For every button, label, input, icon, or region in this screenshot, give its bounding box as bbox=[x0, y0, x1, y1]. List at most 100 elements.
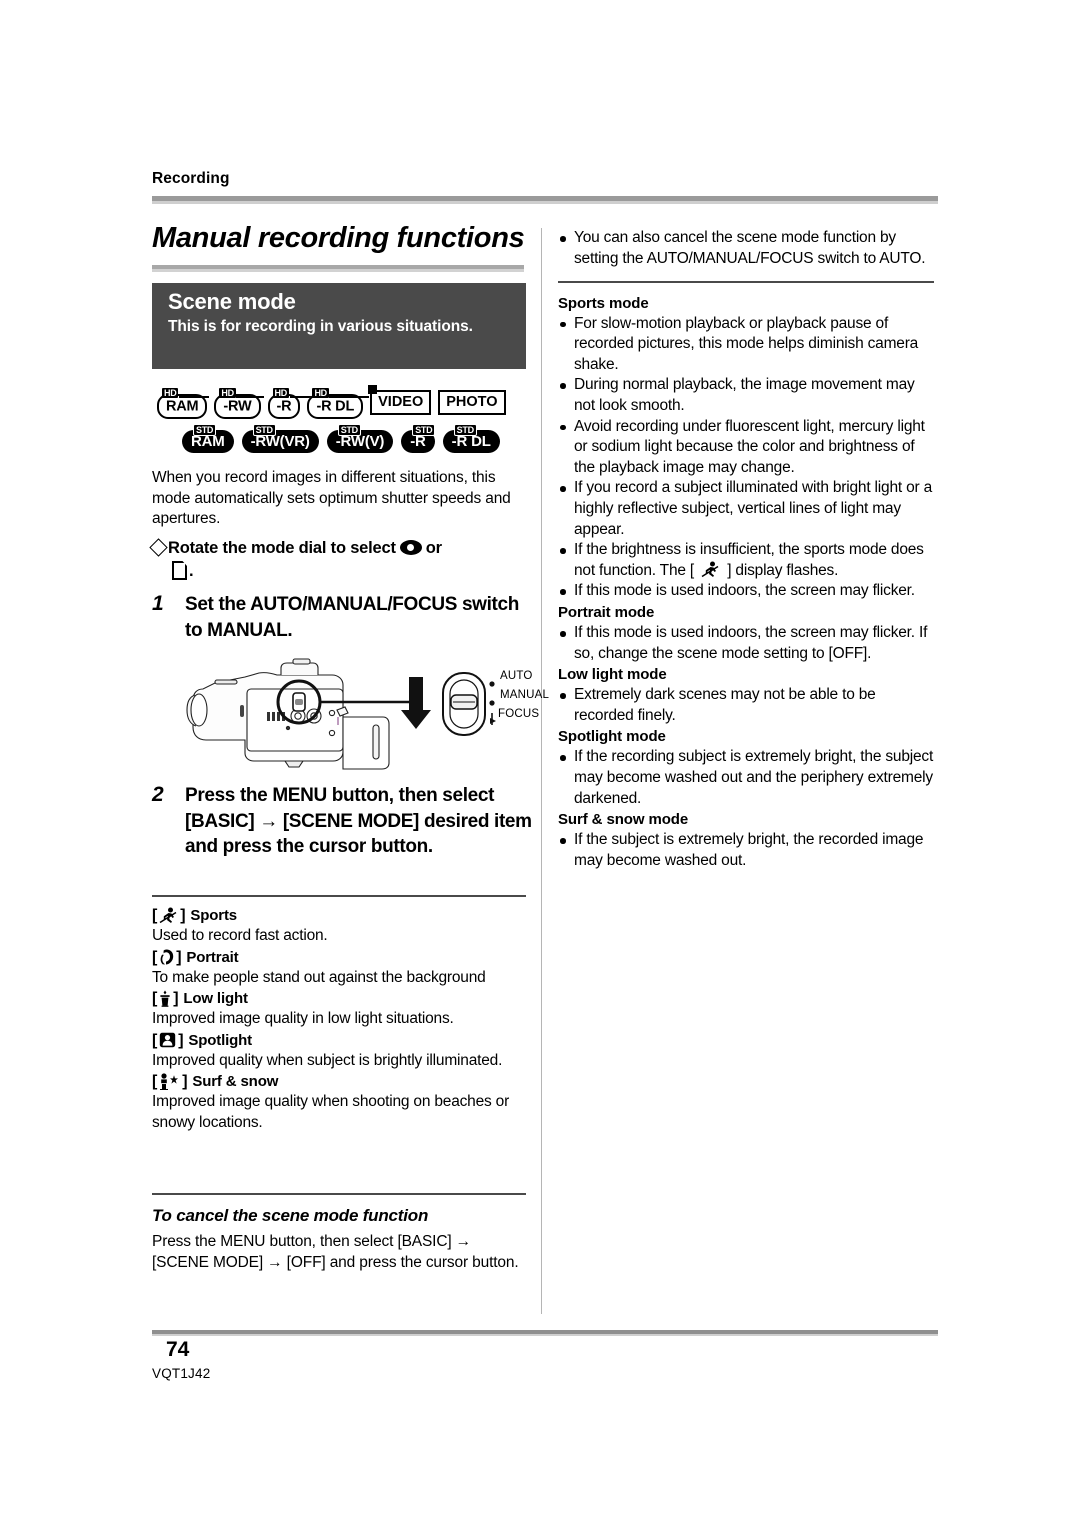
right-section-surf-snow-mode: Surf & snow mode If the subject is extre… bbox=[558, 809, 938, 871]
badge-hd-r: HD -R bbox=[267, 388, 312, 419]
badge-tag: STD bbox=[453, 424, 477, 436]
badge-video: VIDEO bbox=[368, 385, 432, 415]
scene-mode-title: Scene mode bbox=[168, 289, 296, 314]
mode-description: To make people stand out against the bac… bbox=[152, 968, 486, 986]
mode-heading: [ ] Low light bbox=[152, 990, 248, 1008]
section-bullet: If you record a subject illuminated with… bbox=[558, 478, 938, 540]
mode-heading: [ ] Portrait bbox=[152, 948, 239, 966]
section-bullet: If this mode is used indoors, the screen… bbox=[558, 581, 938, 602]
divider-above-mode-list bbox=[152, 895, 526, 897]
intro-bullet: You can also cancel the scene mode funct… bbox=[558, 228, 938, 269]
badge-tag: STD bbox=[193, 424, 217, 436]
dial-text-before: Rotate the mode dial to select bbox=[168, 539, 396, 557]
mode-item-portrait: [ ] Portrait To make people stand out ag… bbox=[152, 947, 530, 989]
step-2-number: 2 bbox=[152, 783, 164, 806]
sports-icon bbox=[159, 907, 178, 924]
section-heading: Sports mode bbox=[558, 294, 649, 312]
section-heading: Low light mode bbox=[558, 666, 667, 684]
section-bullet: Extremely dark scenes may not be able to… bbox=[558, 685, 938, 726]
step-2-text: Press the MENU button, then select [BASI… bbox=[185, 785, 532, 857]
right-section-sports-mode: Sports mode For slow-motion playback or … bbox=[558, 293, 938, 602]
record-mode-icon bbox=[399, 540, 422, 555]
mode-description: Improved image quality in low light situ… bbox=[152, 1010, 454, 1028]
badge-tag: HD bbox=[162, 388, 179, 398]
mode-item-low-light: [ ] Low light Improved image quality in … bbox=[152, 988, 530, 1030]
mode-name: Portrait bbox=[186, 948, 239, 966]
mode-description: Improved quality when subject is brightl… bbox=[152, 1051, 503, 1069]
step-1-number: 1 bbox=[152, 592, 164, 615]
badge-tag: HD bbox=[312, 388, 329, 398]
badge-hd-ram: HD RAM bbox=[157, 388, 209, 419]
badge-std-ram: STD RAM bbox=[182, 424, 234, 453]
badge-row-hd: HD RAM HD -RW HD -R HD -R DL VIDEO PHOTO bbox=[157, 385, 557, 419]
badge-std-rw-v: STD -RW(V) bbox=[326, 424, 394, 453]
mode-item-spotlight: [ ] Spotlight Improved quality when subj… bbox=[152, 1030, 530, 1072]
mode-heading: [ ] Sports bbox=[152, 907, 237, 924]
scene-mode-list: [ ] Sports Used to record fast action. [ bbox=[152, 905, 530, 1134]
section-bullet: If the subject is extremely bright, the … bbox=[558, 830, 938, 871]
badge-tag: STD bbox=[252, 424, 276, 436]
diamond-bullet-icon bbox=[149, 538, 168, 557]
badge-std-r-dl: STD -R DL bbox=[442, 424, 500, 453]
document-code: VQT1J42 bbox=[152, 1366, 211, 1381]
section-bullet-with-icon: If the brightness is insufficient, the s… bbox=[558, 540, 938, 581]
mode-item-sports: [ ] Sports Used to record fast action. bbox=[152, 905, 530, 947]
section-bullet: Avoid recording under fluorescent light,… bbox=[558, 417, 938, 479]
section-bullet: If this mode is used indoors, the screen… bbox=[558, 623, 938, 664]
disc-compatibility-badges: HD RAM HD -RW HD -R HD -R DL VIDEO PHOTO bbox=[157, 385, 557, 453]
right-column: You can also cancel the scene mode funct… bbox=[558, 228, 938, 871]
page-number: 74 bbox=[166, 1338, 190, 1361]
step-1: 1 Set the AUTO/MANUAL/FOCUS switch to MA… bbox=[152, 592, 532, 643]
mode-name: Sports bbox=[190, 907, 237, 924]
divider-right-column bbox=[558, 281, 934, 283]
footer-rule bbox=[152, 1330, 938, 1336]
title-underline-rule bbox=[152, 265, 524, 272]
mode-name: Low light bbox=[183, 990, 248, 1008]
manual-page: Recording Manual recording functions Sce… bbox=[0, 0, 1080, 1526]
right-section-portrait-mode: Portrait mode If this mode is used indoo… bbox=[558, 602, 938, 664]
mode-description: Used to record fast action. bbox=[152, 927, 328, 944]
dial-text-or: or bbox=[425, 539, 442, 557]
scene-mode-subtitle: This is for recording in various situati… bbox=[168, 317, 473, 335]
spotlight-icon bbox=[159, 1032, 176, 1048]
step-2: 2 Press the MENU button, then select [BA… bbox=[152, 783, 532, 860]
badge-std-r: STD -R bbox=[401, 424, 436, 453]
bullet-text-after: ] display flashes. bbox=[727, 561, 839, 579]
camcorder-illustration: AUTO MANUAL FOCUS bbox=[185, 655, 549, 770]
surf-snow-icon bbox=[159, 1073, 180, 1091]
section-label: Recording bbox=[152, 170, 230, 187]
right-section-spotlight-mode: Spotlight mode If the recording subject … bbox=[558, 726, 938, 809]
badge-std-rw-vr: STD -RW(VR) bbox=[241, 424, 319, 453]
intro-paragraph: When you record images in different situ… bbox=[152, 469, 511, 528]
header-rule bbox=[152, 196, 938, 204]
right-section-low-light-mode: Low light mode Extremely dark scenes may… bbox=[558, 664, 938, 726]
section-heading: Surf & snow mode bbox=[558, 811, 689, 829]
badge-photo: PHOTO bbox=[438, 390, 506, 415]
mode-name: Spotlight bbox=[188, 1031, 253, 1049]
rotate-mode-dial-instruction: Rotate the mode dial to select or . bbox=[149, 537, 532, 582]
page-title: Manual recording functions bbox=[152, 222, 525, 254]
badge-tag: STD bbox=[337, 424, 361, 436]
cancel-body: Press the MENU button, then select [BASI… bbox=[152, 1233, 519, 1271]
section-heading: Spotlight mode bbox=[558, 728, 666, 746]
portrait-icon bbox=[159, 949, 174, 965]
low-light-icon bbox=[159, 990, 171, 1007]
switch-label-manual: MANUAL bbox=[500, 689, 550, 701]
cancel-heading: To cancel the scene mode function bbox=[152, 1206, 429, 1225]
mode-heading: [ ] Surf & snow bbox=[152, 1073, 279, 1091]
badge-hd-rw: HD -RW bbox=[214, 388, 265, 419]
section-heading: Portrait mode bbox=[558, 604, 655, 621]
badge-tag: HD bbox=[272, 388, 289, 398]
switch-label-focus: FOCUS bbox=[498, 708, 540, 720]
section-bullet: For slow-motion playback or playback pau… bbox=[558, 314, 938, 376]
mode-heading: [ ] Spotlight bbox=[152, 1031, 253, 1049]
switch-label-auto: AUTO bbox=[500, 670, 533, 682]
badge-hd-r-dl: HD -R DL bbox=[307, 388, 370, 419]
badge-tag: STD bbox=[412, 424, 436, 436]
step-1-text: Set the AUTO/MANUAL/FOCUS switch to MANU… bbox=[185, 594, 519, 641]
photo-mode-icon bbox=[172, 561, 187, 580]
scene-mode-header-box: Scene mode This is for recording in vari… bbox=[152, 283, 526, 369]
section-bullet: During normal playback, the image moveme… bbox=[558, 375, 938, 416]
badge-tag: HD bbox=[219, 388, 236, 398]
mode-item-surf-snow: [ ] Surf & snow Improved image quality w… bbox=[152, 1071, 530, 1133]
